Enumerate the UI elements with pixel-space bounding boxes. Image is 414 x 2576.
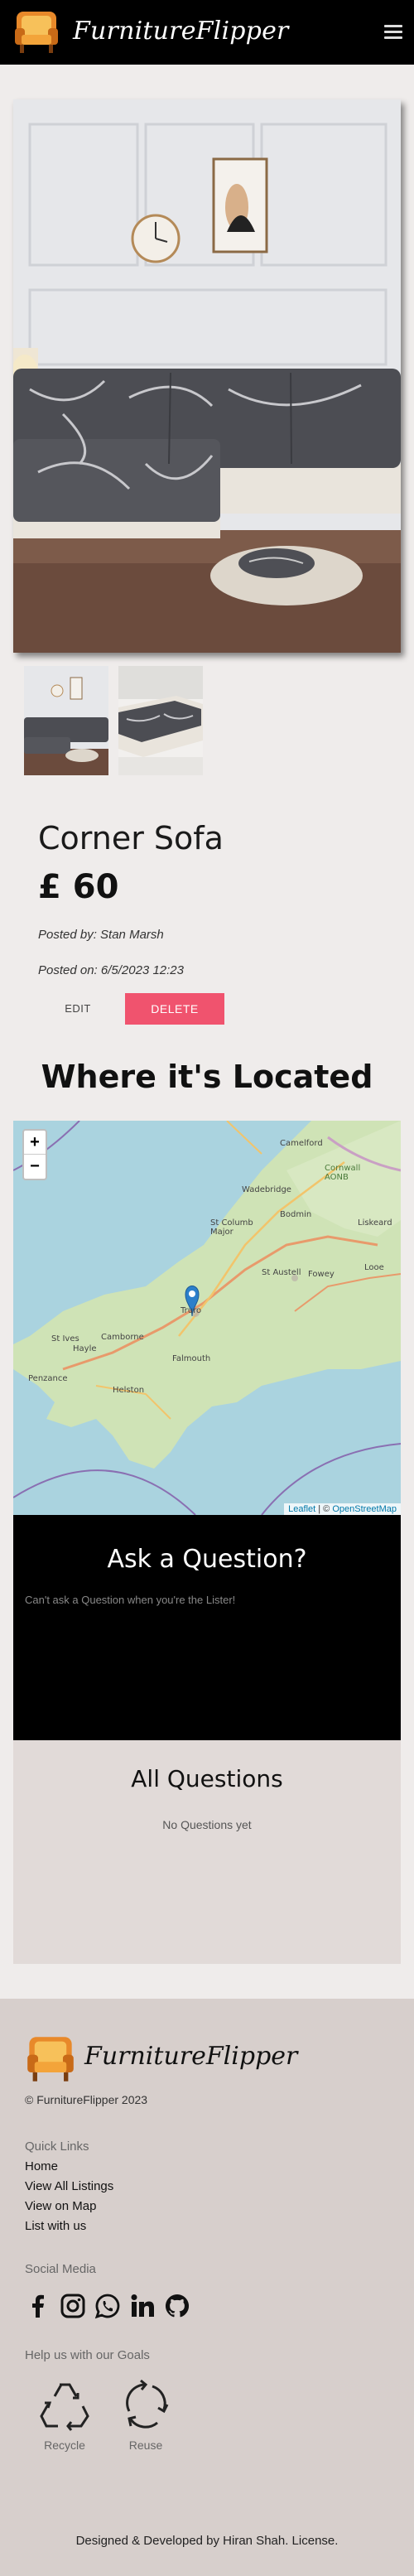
posted-on: Posted on: 6/5/2023 12:23 — [38, 963, 184, 977]
footer-link-list-with-us[interactable]: List with us — [25, 2219, 86, 2233]
quick-links-heading: Quick Links — [25, 2139, 89, 2154]
listing-thumbnail[interactable] — [24, 666, 108, 775]
map-zoom-control: + − — [22, 1129, 47, 1180]
menu-toggle-icon[interactable] — [384, 25, 402, 40]
instagram-icon[interactable] — [60, 2293, 86, 2319]
attribution-separator: | © — [315, 1504, 333, 1514]
footer-link-home[interactable]: Home — [25, 2159, 58, 2173]
leaflet-link[interactable]: Leaflet — [288, 1504, 315, 1514]
location-heading: Where it's Located — [41, 1059, 373, 1095]
listing-main-image — [13, 99, 401, 653]
location-map[interactable]: Camelford Cornwall AONB Wadebridge Bodmin… — [13, 1121, 401, 1515]
ask-question-section: Ask a Question? Can't ask a Question whe… — [13, 1515, 401, 1740]
github-icon[interactable] — [164, 2293, 190, 2319]
listing-price: £ 60 — [38, 868, 119, 906]
footer-credit: Designed & Developed by Hiran Shah. Lice… — [75, 2534, 339, 2548]
armchair-logo-icon[interactable] — [13, 8, 60, 56]
questions-empty-text: No Questions yet — [162, 1818, 252, 1831]
listing-title: Corner Sofa — [38, 820, 224, 856]
questions-section: All Questions No Questions yet — [13, 1740, 401, 1964]
footer-copyright: © FurnitureFlipper 2023 — [25, 2093, 148, 2106]
edit-button[interactable]: EDIT — [46, 996, 109, 1022]
goals-heading: Help us with our Goals — [25, 2348, 150, 2362]
zoom-out-button[interactable]: − — [24, 1155, 46, 1179]
footer-link-view-all-listings[interactable]: View All Listings — [25, 2179, 113, 2193]
footer-link-view-on-map[interactable]: View on Map — [25, 2199, 96, 2213]
goal-reuse-label: Reuse — [128, 2439, 163, 2452]
reuse-icon — [119, 2379, 172, 2434]
openstreetmap-link[interactable]: OpenStreetMap — [332, 1504, 397, 1514]
social-media-heading: Social Media — [25, 2262, 96, 2276]
footer-brand-name: FurnitureFlipper — [84, 2042, 298, 2071]
whatsapp-icon[interactable] — [94, 2293, 121, 2319]
brand-name[interactable]: FurnitureFlipper — [73, 17, 289, 46]
listing-thumbnail[interactable] — [118, 666, 203, 775]
facebook-icon[interactable] — [25, 2293, 51, 2319]
goal-reuse[interactable]: Reuse — [113, 2378, 179, 2452]
ask-question-heading: Ask a Question? — [107, 1545, 307, 1574]
armchair-logo-icon — [25, 2033, 76, 2085]
navbar: FurnitureFlipper — [0, 0, 414, 65]
map-attribution: Leaflet | © OpenStreetMap — [284, 1503, 401, 1515]
questions-heading: All Questions — [131, 1765, 283, 1792]
footer: FurnitureFlipper © FurnitureFlipper 2023… — [0, 1999, 414, 2576]
posted-by: Posted by: Stan Marsh — [38, 928, 164, 942]
goal-recycle[interactable]: Recycle — [31, 2378, 98, 2452]
goal-recycle-label: Recycle — [44, 2439, 85, 2452]
zoom-in-button[interactable]: + — [24, 1131, 46, 1155]
recycle-icon — [38, 2383, 91, 2434]
linkedin-icon[interactable] — [129, 2293, 156, 2319]
ask-question-notice: Can't ask a Question when you're the Lis… — [25, 1594, 236, 1606]
delete-button[interactable]: DELETE — [125, 993, 224, 1025]
